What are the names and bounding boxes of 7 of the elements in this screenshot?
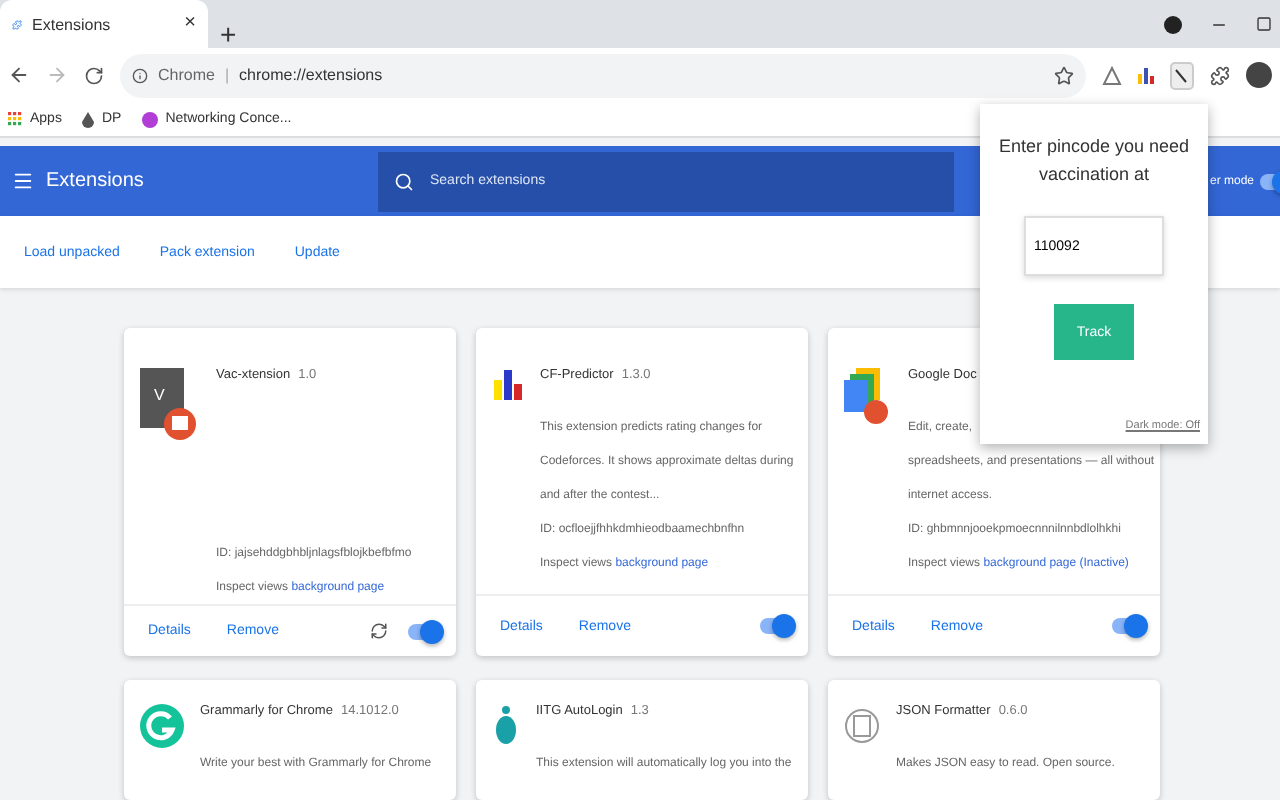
address-bar[interactable]: Chrome | chrome://extensions bbox=[120, 53, 1086, 98]
icon-letter: V bbox=[154, 386, 165, 404]
pincode-prompt: Enter pincode you need vaccination at bbox=[996, 134, 1192, 188]
close-tab-button[interactable]: × bbox=[184, 14, 196, 34]
new-tab-button[interactable]: + bbox=[220, 20, 237, 48]
page-title: Extensions bbox=[46, 170, 146, 193]
browser-tab[interactable]: Extensions × bbox=[0, 0, 208, 48]
